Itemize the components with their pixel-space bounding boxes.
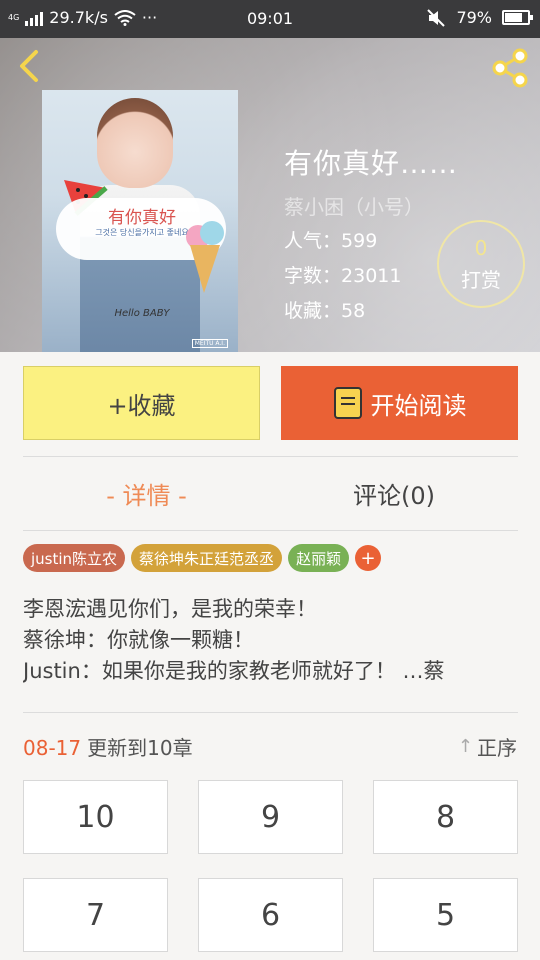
chapter-grid: 10 9 8 7 6 5 <box>23 780 518 952</box>
battery-icon <box>502 10 533 25</box>
icecream-icon <box>186 221 224 293</box>
chevron-left-icon <box>20 50 38 82</box>
update-date: 08-17 <box>23 736 82 760</box>
tag-list: justin陈立农 蔡徐坤朱正廷范丞丞 赵丽颖 + <box>23 544 382 572</box>
chapter-button[interactable]: 9 <box>198 780 343 854</box>
word-count-label: 字数： <box>284 265 342 287</box>
status-right: 79% <box>426 8 533 27</box>
popularity-row: 人气：599 <box>284 226 377 253</box>
update-text: 更新到10章 <box>87 736 193 760</box>
add-tag-button[interactable]: + <box>355 545 382 571</box>
book-header: 有你真好 그것은 당신을가지고 좋네요 Hello BABY MEITU A.I… <box>0 38 540 352</box>
arrow-up-icon: ↑ <box>457 736 473 757</box>
start-reading-button[interactable]: 开始阅读 <box>281 366 518 440</box>
tag[interactable]: justin陈立农 <box>23 544 126 572</box>
mute-icon <box>427 8 446 27</box>
chapter-button[interactable]: 7 <box>23 878 168 952</box>
favorites-row: 收藏：58 <box>284 296 365 323</box>
tab-comments[interactable]: 评论(0) <box>270 476 518 511</box>
back-button[interactable] <box>10 46 50 86</box>
chapter-button[interactable]: 5 <box>373 878 518 952</box>
sort-label: 正序 <box>477 736 517 760</box>
word-count-value: 23011 <box>341 265 402 287</box>
chapter-button[interactable]: 8 <box>373 780 518 854</box>
book-description[interactable]: 李恩浤遇见你们，是我的荣幸！ 蔡徐坤：你就像一颗糖！ Justin：如果你是我的… <box>23 594 518 687</box>
share-icon <box>492 48 528 88</box>
start-reading-label: 开始阅读 <box>370 391 467 420</box>
tab-detail[interactable]: - 详情 - <box>23 476 270 511</box>
book-title: 有你真好…… <box>284 147 459 180</box>
tag[interactable]: 赵丽颖 <box>288 544 350 572</box>
reward-label: 打赏 <box>461 268 501 292</box>
sort-toggle[interactable]: ↑ 正序 <box>458 732 517 761</box>
reward-count: 0 <box>474 236 488 260</box>
share-button[interactable] <box>488 46 532 90</box>
battery-percent: 79% <box>456 8 492 27</box>
favorites-label: 收藏： <box>284 300 342 322</box>
description-line: 李恩浤遇见你们，是我的荣幸！ <box>23 597 317 621</box>
book-icon <box>333 387 362 419</box>
chapter-button[interactable]: 6 <box>198 878 343 952</box>
divider <box>23 456 518 457</box>
add-favorite-label: +收藏 <box>107 391 176 420</box>
popularity-label: 人气： <box>284 230 342 252</box>
status-bar: 4G 29.7k/s ··· 09:01 79% <box>0 0 540 38</box>
tag[interactable]: 蔡徐坤朱正廷范丞丞 <box>131 544 283 572</box>
popularity-value: 599 <box>341 230 378 252</box>
favorites-value: 58 <box>341 300 366 322</box>
divider <box>23 712 518 713</box>
update-info: 08-17 更新到10章 <box>23 732 193 761</box>
add-favorite-button[interactable]: +收藏 <box>23 366 260 440</box>
word-count-row: 字数：23011 <box>284 261 401 288</box>
book-author[interactable]: 蔡小困（小号） <box>284 191 424 220</box>
chapter-button[interactable]: 10 <box>23 780 168 854</box>
cover-watermark: MEITU A.I. <box>191 339 228 348</box>
description-line: 蔡徐坤：你就像一颗糖！ <box>23 628 254 652</box>
cover-face <box>97 98 173 188</box>
reward-button[interactable]: 0 打赏 <box>437 220 525 308</box>
divider <box>23 530 518 531</box>
description-line: Justin：如果你是我的家教老师就好了！ …蔡 <box>23 659 445 683</box>
book-cover[interactable]: 有你真好 그것은 당신을가지고 좋네요 Hello BABY MEITU A.I… <box>42 90 238 352</box>
cover-hello: Hello BABY <box>114 308 170 319</box>
